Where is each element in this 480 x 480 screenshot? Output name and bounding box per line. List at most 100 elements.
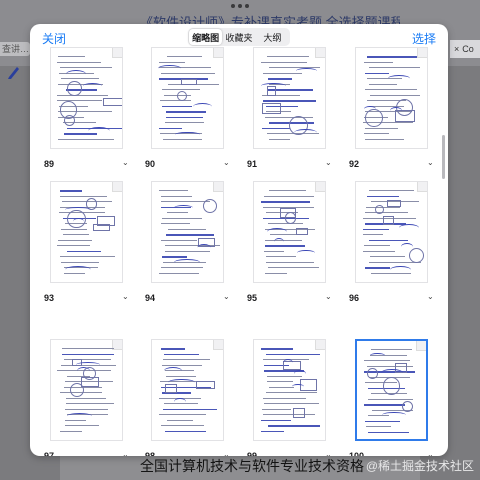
chevron-down-icon[interactable]: ⌄ (223, 158, 230, 167)
page-number-label: 95 (247, 293, 258, 303)
text-line (263, 195, 314, 197)
page-number-label: 93 (44, 293, 55, 303)
page-thumbnail[interactable] (355, 181, 428, 283)
text-line (160, 267, 204, 268)
thumbnail-cell[interactable]: 97 ⌄ (30, 339, 130, 456)
close-icon[interactable]: × (454, 44, 459, 54)
text-line (59, 67, 113, 68)
page-thumbnail[interactable] (50, 339, 123, 441)
thumbnail-sheet: 关闭 缩略图 收藏夹 大纲 选择 89 ⌄ 90 ⌄ 91 ⌄ 92 ⌄ 93 ⌄ 94 ⌄ 95 ⌄ 96… (30, 24, 448, 456)
segment-outline[interactable]: 大纲 (256, 29, 289, 45)
page-thumbnail[interactable] (355, 339, 428, 441)
thumbnail-cell[interactable]: 99 ⌄ (233, 339, 333, 456)
handwriting-mark (387, 75, 411, 82)
segment-bookmarks[interactable]: 收藏夹 (222, 29, 255, 45)
diagram-shape (93, 224, 111, 231)
text-line (161, 89, 200, 90)
watermark: @稀土掘金技术社区 (365, 459, 474, 473)
diagram-shape (402, 401, 414, 413)
text-line (266, 353, 321, 355)
text-line (65, 419, 87, 421)
page-fold (417, 182, 427, 192)
thumbnail-cell[interactable]: 95 ⌄ (233, 181, 333, 303)
page-thumbnail[interactable] (151, 339, 224, 441)
text-line (263, 414, 315, 415)
background-tab-label: Co (462, 44, 474, 54)
thumbnail-cell[interactable]: 93 ⌄ (30, 181, 130, 303)
chevron-down-icon[interactable]: ⌄ (427, 450, 434, 456)
page-thumbnail[interactable] (50, 47, 123, 149)
chevron-down-icon[interactable]: ⌄ (223, 450, 230, 456)
handwriting-mark (381, 368, 404, 377)
page-thumbnail[interactable] (355, 47, 428, 149)
text-line (160, 239, 197, 241)
text-line (363, 404, 405, 406)
handwriting-mark (196, 244, 211, 251)
chevron-down-icon[interactable]: ⌄ (122, 450, 129, 456)
page-thumbnail[interactable] (253, 181, 326, 283)
scrollbar[interactable] (442, 135, 445, 179)
text-line (266, 256, 297, 257)
text-line (164, 430, 206, 432)
chevron-down-icon[interactable]: ⌄ (325, 450, 332, 456)
page-number-label: 90 (145, 159, 156, 169)
diagram-shape (284, 211, 297, 224)
text-line (66, 403, 114, 404)
text-line (364, 133, 389, 134)
select-button[interactable]: 选择 (412, 30, 436, 47)
page-thumbnail[interactable] (253, 47, 326, 149)
thumbnail-cell[interactable]: 96 ⌄ (335, 181, 435, 303)
page-fold (315, 48, 325, 58)
text-line (63, 359, 112, 360)
thumbnail-cell[interactable]: 98 ⌄ (131, 339, 231, 456)
more-dots-icon[interactable] (228, 4, 252, 10)
text-line (364, 267, 390, 269)
thumbnail-cell[interactable]: 94 ⌄ (131, 181, 231, 303)
chevron-down-icon[interactable]: ⌄ (223, 292, 230, 301)
page-fold (213, 48, 223, 58)
handwriting-mark (174, 259, 201, 266)
chevron-down-icon[interactable]: ⌄ (427, 158, 434, 167)
chevron-down-icon[interactable]: ⌄ (122, 158, 129, 167)
pen-icon[interactable] (6, 64, 22, 80)
search-field[interactable]: 查讲… (0, 42, 30, 56)
handwriting-mark (83, 82, 103, 89)
page-thumbnail[interactable] (151, 47, 224, 149)
page-thumbnail[interactable] (50, 181, 123, 283)
text-line (368, 67, 420, 68)
segment-thumbnails[interactable]: 缩略图 (189, 29, 223, 45)
handwriting-mark (64, 266, 92, 273)
thumbnail-cell[interactable]: 92 ⌄ (335, 47, 435, 169)
page-thumbnail[interactable] (151, 181, 224, 283)
thumbnail-cell[interactable]: 100 ⌄ (335, 339, 435, 456)
thumbnail-cell[interactable]: 91 ⌄ (233, 47, 333, 169)
text-line (57, 94, 108, 96)
text-line (260, 348, 293, 350)
background-tab[interactable]: × Co (450, 40, 480, 58)
thumbnail-grid: 89 ⌄ 90 ⌄ 91 ⌄ 92 ⌄ 93 ⌄ 94 ⌄ 95 ⌄ 96 ⌄ 97 ⌄ 98 ⌄ 99 ⌄ 100 ⌄ (30, 47, 448, 456)
handwriting-mark (66, 69, 87, 79)
handwriting-mark (282, 359, 294, 367)
text-line (365, 138, 405, 140)
chevron-down-icon[interactable]: ⌄ (122, 292, 129, 301)
handwriting-mark (369, 352, 385, 358)
text-line (167, 419, 193, 421)
view-segmented-control: 缩略图 收藏夹 大纲 (188, 28, 290, 46)
handwriting-mark (173, 205, 194, 211)
page-thumbnail[interactable] (253, 339, 326, 441)
page-fold (112, 182, 122, 192)
page-number-label: 98 (145, 451, 156, 456)
page-fold (213, 340, 223, 350)
thumbnail-cell[interactable]: 89 ⌄ (30, 47, 130, 169)
text-line (165, 122, 205, 123)
text-line (65, 408, 108, 410)
chevron-down-icon[interactable]: ⌄ (325, 292, 332, 301)
chevron-down-icon[interactable]: ⌄ (427, 292, 434, 301)
text-line (60, 261, 99, 263)
handwriting-mark (192, 103, 213, 111)
text-line (268, 190, 307, 191)
thumbnail-cell[interactable]: 90 ⌄ (131, 47, 231, 169)
close-button[interactable]: 关闭 (42, 30, 66, 47)
chevron-down-icon[interactable]: ⌄ (325, 158, 332, 167)
handwriting-mark (72, 217, 84, 225)
